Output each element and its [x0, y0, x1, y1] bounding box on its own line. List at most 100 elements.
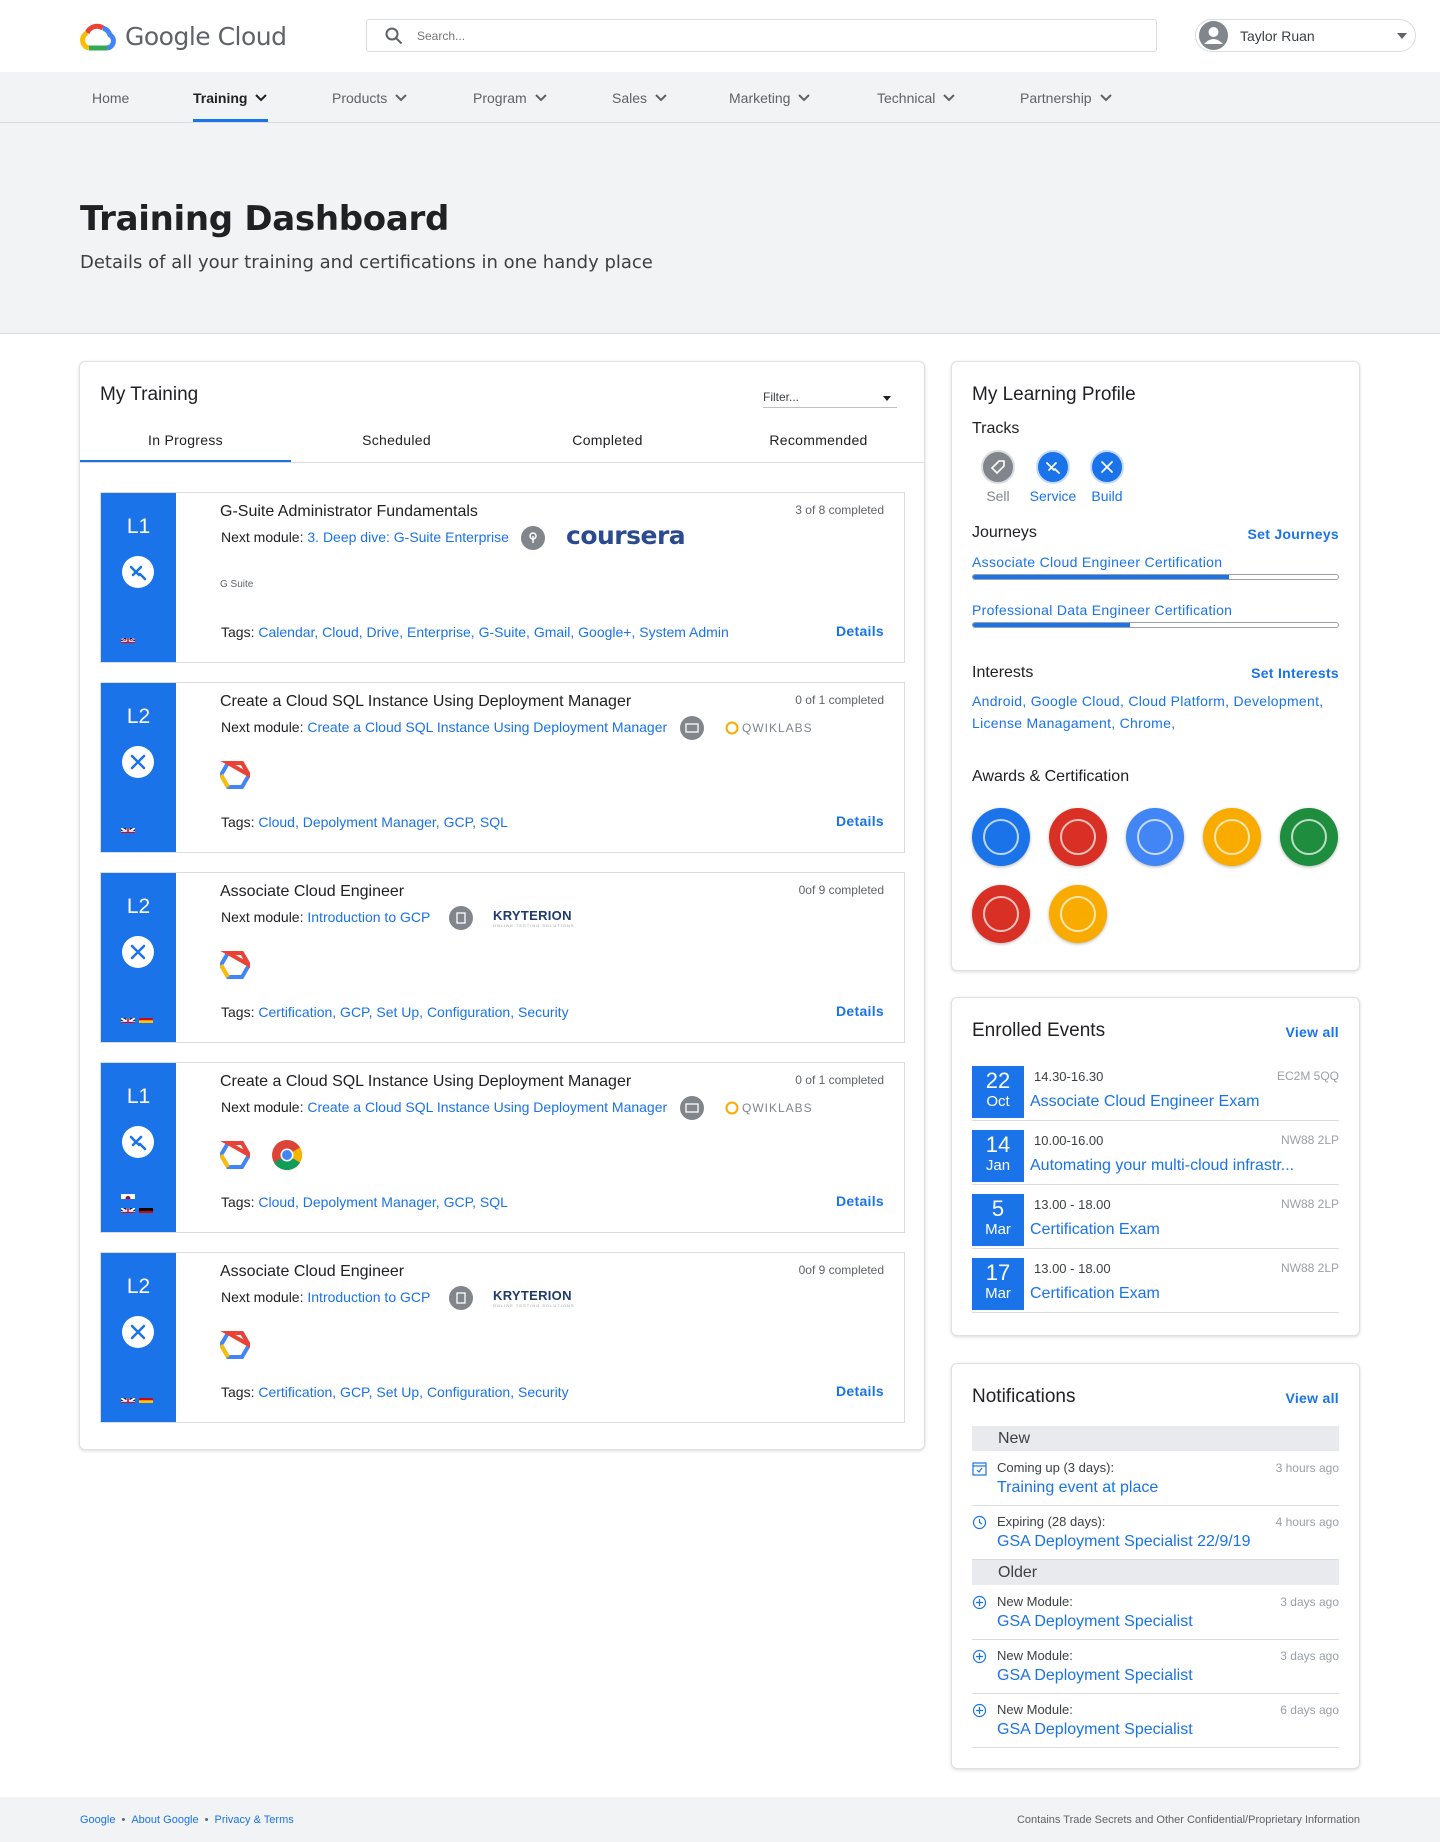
details-link[interactable]: Details — [836, 1003, 884, 1019]
nav-item-marketing[interactable]: Marketing — [729, 72, 811, 123]
events-view-all[interactable]: View all — [1285, 1024, 1339, 1040]
gcp-icon — [220, 951, 250, 979]
notification-item[interactable]: New Module: GSA Deployment Specialist 3 … — [972, 1644, 1339, 1694]
nav-item-technical[interactable]: Technical — [877, 72, 956, 123]
google-cloud-icon — [80, 23, 116, 51]
details-link[interactable]: Details — [836, 813, 884, 829]
details-link[interactable]: Details — [836, 623, 884, 639]
notification-title: New Module: — [997, 1648, 1073, 1663]
next-module-link[interactable]: Introduction to GCP — [307, 909, 430, 925]
next-module-link[interactable]: Create a Cloud SQL Instance Using Deploy… — [307, 719, 667, 735]
details-link[interactable]: Details — [836, 1383, 884, 1399]
track-sell[interactable]: Sell — [977, 450, 1019, 504]
notification-title: Expiring (28 days): — [997, 1514, 1106, 1529]
provider-logo: QWIKLABS — [725, 1101, 813, 1115]
award-badge-icon[interactable] — [1280, 808, 1338, 866]
uk-flag-icon — [121, 824, 135, 833]
course-card[interactable]: L1 G-Suite Administrator Fundamentals Ne… — [100, 492, 905, 663]
notification-item[interactable]: New Module: GSA Deployment Specialist 6 … — [972, 1698, 1339, 1748]
course-next-module: Next module: Create a Cloud SQL Instance… — [221, 719, 667, 735]
course-card[interactable]: L2 Create a Cloud SQL Instance Using Dep… — [100, 682, 905, 853]
course-card[interactable]: L1 Create a Cloud SQL Instance Using Dep… — [100, 1062, 905, 1233]
notification-link[interactable]: GSA Deployment Specialist — [997, 1721, 1193, 1739]
interests-list[interactable]: Android, Google Cloud, Cloud Platform, D… — [972, 690, 1342, 734]
event-item[interactable]: 17 Mar 13.00 - 18.00 NW88 2LP Certificati… — [972, 1255, 1339, 1313]
footer-link-about[interactable]: About Google — [131, 1814, 198, 1826]
tab-in-progress[interactable]: In Progress — [80, 432, 291, 448]
event-day: 14 — [985, 1132, 1011, 1157]
nav-item-home[interactable]: Home — [92, 72, 129, 123]
page-title: Training Dashboard — [80, 199, 450, 239]
tab-scheduled[interactable]: Scheduled — [291, 432, 502, 448]
event-name[interactable]: Automating your multi-cloud infrastr... — [1030, 1157, 1294, 1175]
footer-link-privacy[interactable]: Privacy & Terms — [214, 1814, 293, 1826]
notification-link[interactable]: Training event at place — [997, 1479, 1158, 1497]
search-icon — [385, 27, 403, 44]
tags-list[interactable]: Certification, GCP, Set Up, Configuratio… — [258, 1004, 568, 1020]
tags-list[interactable]: Cloud, Depolyment Manager, GCP, SQL — [258, 814, 508, 830]
award-badge-icon[interactable] — [1049, 885, 1107, 943]
award-badge-icon[interactable] — [1126, 808, 1184, 866]
nav-item-sales[interactable]: Sales — [612, 72, 667, 123]
event-location: EC2M 5QQ — [1276, 1069, 1339, 1083]
track-service[interactable]: Service — [1024, 450, 1082, 504]
next-module-link[interactable]: Introduction to GCP — [307, 1289, 430, 1305]
tab-recommended[interactable]: Recommended — [713, 432, 924, 448]
event-name[interactable]: Associate Cloud Engineer Exam — [1030, 1093, 1259, 1111]
award-badge-icon[interactable] — [972, 808, 1030, 866]
course-progress: 3 of 8 completed — [795, 503, 884, 517]
course-level-panel: L2 — [101, 683, 176, 852]
nav-item-partnership[interactable]: Partnership — [1020, 72, 1112, 123]
journey-link[interactable]: Professional Data Engineer Certification — [972, 602, 1232, 618]
gcp-icon — [220, 1141, 250, 1169]
notification-time: 4 hours ago — [1275, 1515, 1339, 1529]
track-build[interactable]: Build — [1086, 450, 1128, 504]
notification-link[interactable]: GSA Deployment Specialist 22/9/19 — [997, 1533, 1250, 1551]
nav-item-training[interactable]: Training — [193, 72, 268, 123]
notification-item[interactable]: Coming up (3 days): Training event at pl… — [972, 1456, 1339, 1506]
user-menu[interactable]: Taylor Ruan — [1195, 19, 1416, 52]
set-interests-link[interactable]: Set Interests — [1251, 665, 1339, 681]
notifications-title: Notifications — [972, 1386, 1076, 1407]
details-link[interactable]: Details — [836, 1193, 884, 1209]
course-card[interactable]: L2 Associate Cloud Engineer Next module:… — [100, 872, 905, 1043]
nav-item-program[interactable]: Program — [473, 72, 547, 123]
gcp-icon — [220, 761, 250, 789]
hero-banner: Training Dashboard Details of all your t… — [0, 123, 1440, 334]
add-circle-icon — [972, 1595, 987, 1610]
provider-logo: KRYTERION ONLINE TESTING SOLUTIONS — [493, 1288, 575, 1308]
avatar — [1199, 21, 1228, 50]
course-tags: Tags: Certification, GCP, Set Up, Config… — [221, 1004, 569, 1020]
google-cloud-logo[interactable]: Google Cloud — [79, 19, 287, 53]
award-badge-icon[interactable] — [1049, 808, 1107, 866]
notification-item[interactable]: Expiring (28 days): GSA Deployment Speci… — [972, 1510, 1339, 1560]
event-name[interactable]: Certification Exam — [1030, 1221, 1160, 1239]
event-item[interactable]: 5 Mar 13.00 - 18.00 NW88 2LP Certificatio… — [972, 1191, 1339, 1249]
event-item[interactable]: 22 Oct 14.30-16.30 EC2M 5QQ Associate Clo… — [972, 1063, 1339, 1121]
journey-link[interactable]: Associate Cloud Engineer Certification — [972, 554, 1222, 570]
tags-list[interactable]: Calendar, Cloud, Drive, Enterprise, G-Su… — [258, 624, 728, 640]
event-item[interactable]: 14 Jan 10.00-16.00 NW88 2LP Automating yo… — [972, 1127, 1339, 1185]
course-level: L1 — [126, 1085, 151, 1108]
search-input[interactable] — [417, 28, 1017, 43]
award-badge-icon[interactable] — [972, 885, 1030, 943]
course-tags: Tags: Calendar, Cloud, Drive, Enterprise… — [221, 624, 729, 640]
tags-list[interactable]: Cloud, Depolyment Manager, GCP, SQL — [258, 1194, 508, 1210]
tags-list[interactable]: Certification, GCP, Set Up, Configuratio… — [258, 1384, 568, 1400]
search-bar[interactable] — [366, 19, 1157, 52]
set-journeys-link[interactable]: Set Journeys — [1247, 526, 1339, 542]
filter-select[interactable]: Filter... — [763, 384, 897, 408]
course-card[interactable]: L2 Associate Cloud Engineer Next module:… — [100, 1252, 905, 1423]
footer-link-google[interactable]: Google — [80, 1814, 115, 1826]
next-module-link[interactable]: Create a Cloud SQL Instance Using Deploy… — [307, 1099, 667, 1115]
notification-link[interactable]: GSA Deployment Specialist — [997, 1667, 1193, 1685]
notifications-view-all[interactable]: View all — [1285, 1390, 1339, 1406]
notification-item[interactable]: New Module: GSA Deployment Specialist 3 … — [972, 1590, 1339, 1640]
event-name[interactable]: Certification Exam — [1030, 1285, 1160, 1303]
notifications-card: Notifications View all New Coming up (3 … — [951, 1363, 1360, 1769]
next-module-link[interactable]: 3. Deep dive: G-Suite Enterprise — [307, 529, 509, 545]
tab-completed[interactable]: Completed — [502, 432, 713, 448]
award-badge-icon[interactable] — [1203, 808, 1261, 866]
notification-link[interactable]: GSA Deployment Specialist — [997, 1613, 1193, 1631]
nav-item-products[interactable]: Products — [332, 72, 407, 123]
